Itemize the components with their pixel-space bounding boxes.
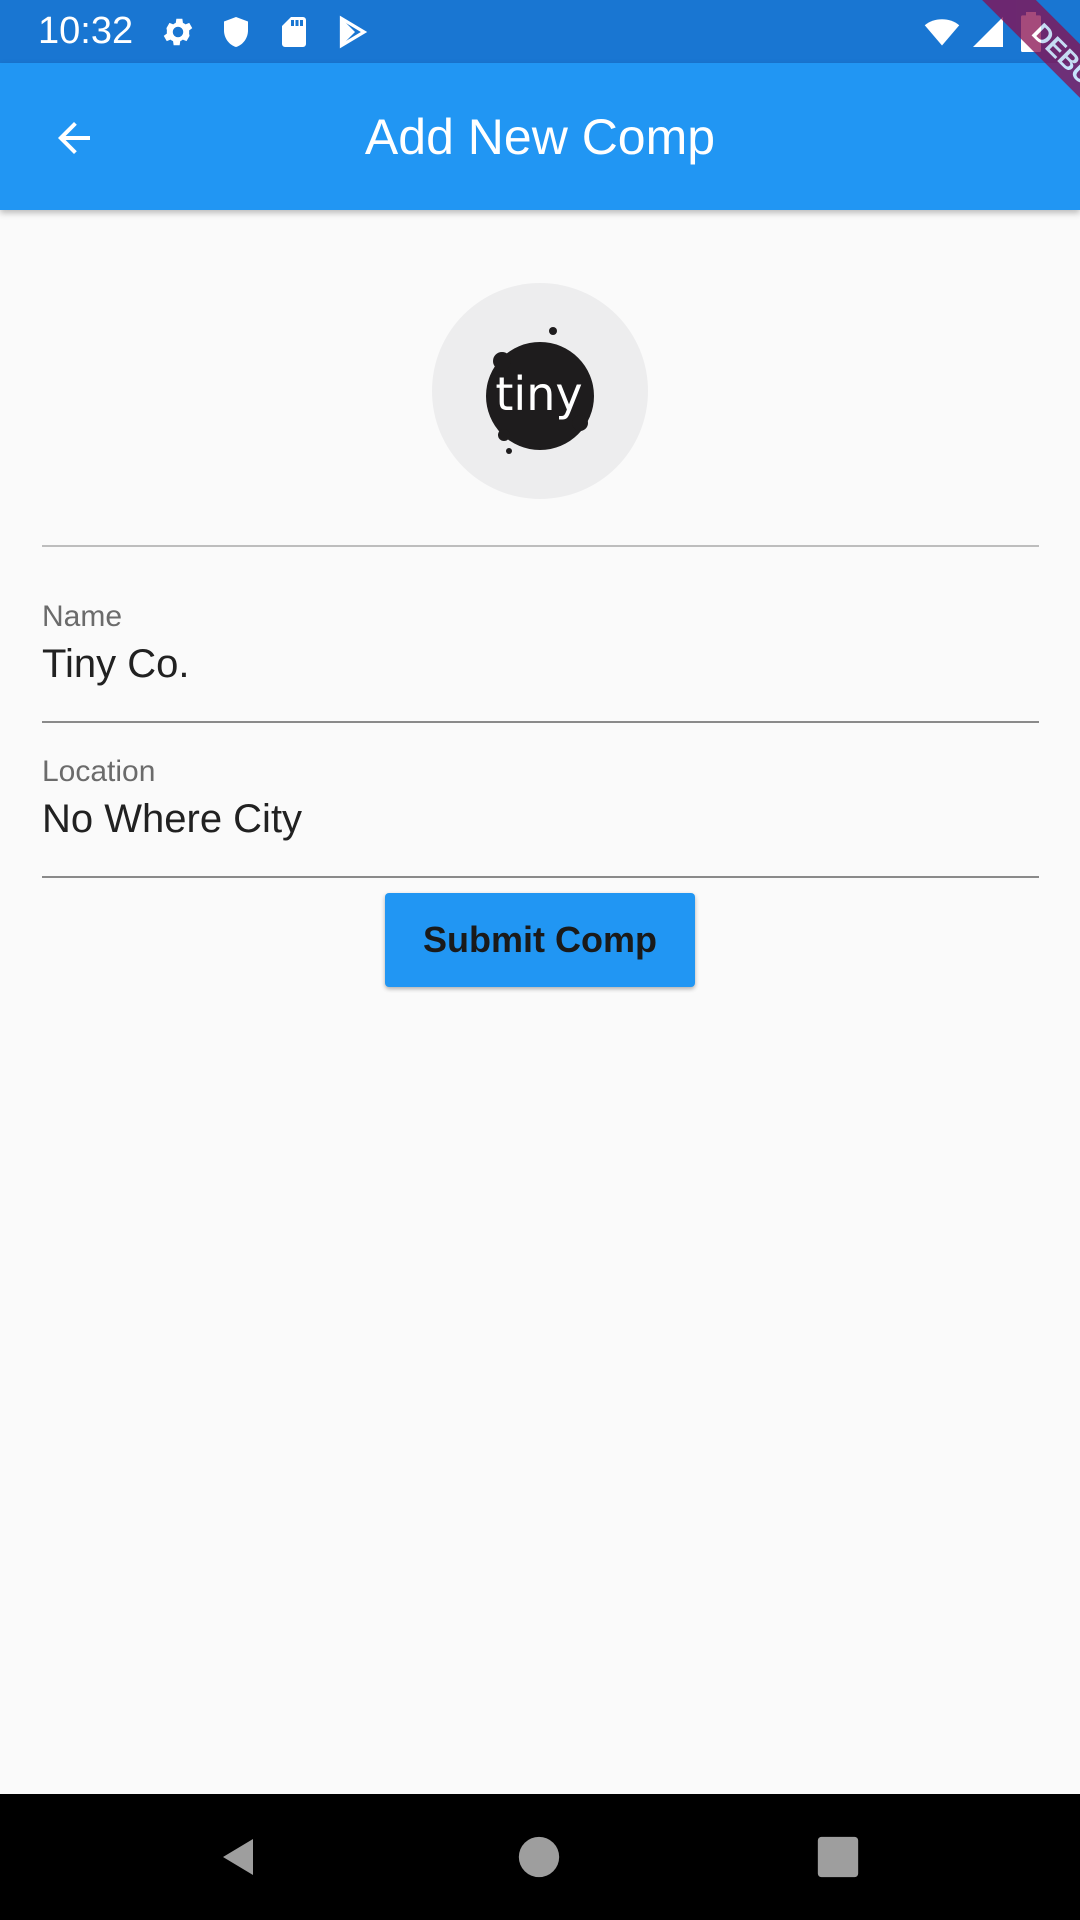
nav-home-button[interactable] <box>506 1824 572 1890</box>
debug-label: DEBUG <box>971 0 1080 160</box>
nav-recents-button[interactable] <box>805 1824 871 1890</box>
status-bar: 10:32 <box>0 0 1080 63</box>
system-nav-bar <box>0 1794 1080 1920</box>
company-avatar[interactable]: tiny <box>432 283 648 499</box>
name-field-value[interactable]: Tiny Co. <box>42 640 1039 688</box>
location-field-underline <box>42 876 1039 878</box>
status-time: 10:32 <box>38 10 134 52</box>
app-bar: Add New Comp <box>0 63 1080 210</box>
tiny-logo: tiny <box>486 327 594 454</box>
name-field[interactable]: Name Tiny Co. <box>42 600 1039 724</box>
sd-card-icon <box>282 17 306 47</box>
name-field-label: Name <box>42 600 123 633</box>
page-title: Add New Comp <box>364 109 716 165</box>
location-field-value[interactable]: No Where City <box>42 795 1039 843</box>
logo-text: tiny <box>495 367 582 421</box>
location-field-label: Location <box>42 755 156 788</box>
section-divider <box>42 545 1039 547</box>
recents-square-icon <box>817 1836 859 1878</box>
submit-comp-button[interactable]: Submit Comp <box>385 893 695 987</box>
back-triangle-icon <box>223 1839 253 1875</box>
gear-icon <box>163 18 193 46</box>
nav-back-button[interactable] <box>206 1824 272 1890</box>
location-field[interactable]: Location No Where City <box>42 755 1039 879</box>
shield-icon <box>224 17 248 47</box>
home-circle-icon <box>518 1836 560 1878</box>
play-store-icon <box>339 15 368 49</box>
name-field-underline <box>42 721 1039 723</box>
debug-banner: DEBUG <box>920 0 1080 160</box>
